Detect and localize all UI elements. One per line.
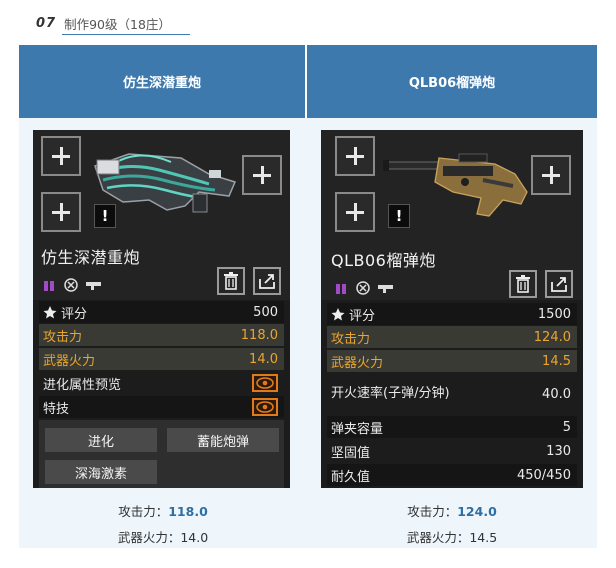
deep-sea-hormone-button[interactable]: 深海激素 <box>45 460 157 484</box>
column-header-left: 仿生深潜重炮 <box>19 45 305 118</box>
stat-row-score: 评分 1500 <box>327 303 577 325</box>
section-number: 07 <box>36 15 57 31</box>
trash-icon <box>516 275 530 293</box>
section-header: 07 制作90级（18庄） <box>36 12 171 34</box>
section-underline <box>62 34 190 35</box>
stat-row-score: 评分 500 <box>39 301 284 323</box>
add-slot-button[interactable] <box>335 136 375 176</box>
add-slot-button[interactable] <box>335 192 375 232</box>
share-button[interactable] <box>253 267 281 295</box>
stat-row-firepower: 武器火力 14.5 <box>327 350 577 372</box>
gun-icon <box>377 280 393 296</box>
share-icon <box>259 274 275 289</box>
star-icon <box>43 306 57 319</box>
weapon-card-right: ! QLB06榴弹炮 评分 1500 攻击力 124.0 武器火力 14.5 开… <box>321 130 583 488</box>
comparison-table: 仿生深潜重炮 QLB06榴弹炮 ! 仿生深潜重炮 评分 500 攻击力 118.… <box>19 45 597 548</box>
column-header-right: QLB06榴弹炮 <box>307 45 597 118</box>
weapon-card-left: ! 仿生深潜重炮 评分 500 攻击力 118.0 武器火力 14.0 进化属性… <box>33 130 290 488</box>
stat-row-attack: 攻击力 118.0 <box>39 324 284 346</box>
ammo-icon <box>41 277 57 293</box>
charged-shell-button[interactable]: 蓄能炮弹 <box>167 428 279 452</box>
stat-row-evolution-preview[interactable]: 进化属性预览 <box>39 372 284 394</box>
eye-icon[interactable] <box>252 398 278 416</box>
stat-row-firepower: 武器火力 14.0 <box>39 348 284 370</box>
target-icon <box>355 280 371 296</box>
caption-left-attack: 攻击力：118.0 <box>118 504 208 519</box>
stat-row-magazine: 弹夹容量 5 <box>327 416 577 438</box>
attribute-icons <box>333 280 393 296</box>
gun-icon <box>85 277 101 293</box>
stat-row-fire-rate: 开火速率(子弹/分钟) 40.0 <box>331 386 571 402</box>
trash-icon <box>224 272 238 290</box>
stat-row-durability: 耐久值 450/450 <box>327 464 577 486</box>
eye-icon[interactable] <box>252 374 278 392</box>
weapon-image <box>383 153 528 217</box>
delete-button[interactable] <box>217 267 245 295</box>
stat-row-skill[interactable]: 特技 <box>39 396 284 418</box>
caption-left-firepower: 武器火力：14.0 <box>117 530 209 545</box>
target-icon <box>63 277 79 293</box>
share-icon <box>551 277 567 292</box>
evolve-button[interactable]: 进化 <box>45 428 157 452</box>
add-slot-button[interactable] <box>242 155 282 195</box>
weapon-image <box>94 153 237 213</box>
section-title: 制作90级（18庄） <box>64 16 171 32</box>
ammo-icon <box>333 280 349 296</box>
add-slot-button[interactable] <box>41 192 81 232</box>
weapon-name: 仿生深潜重炮 <box>41 248 141 267</box>
caption-right-firepower: 武器火力：14.5 <box>406 530 498 545</box>
stat-row-sturdiness: 坚固值 130 <box>331 443 571 461</box>
star-icon <box>331 308 345 321</box>
attribute-icons <box>41 277 101 293</box>
caption-right-attack: 攻击力：124.0 <box>407 504 497 519</box>
weapon-name: QLB06榴弹炮 <box>331 251 436 270</box>
add-slot-button[interactable] <box>531 155 571 195</box>
share-button[interactable] <box>545 270 573 298</box>
stat-row-attack: 攻击力 124.0 <box>327 326 577 348</box>
delete-button[interactable] <box>509 270 537 298</box>
add-slot-button[interactable] <box>41 136 81 176</box>
